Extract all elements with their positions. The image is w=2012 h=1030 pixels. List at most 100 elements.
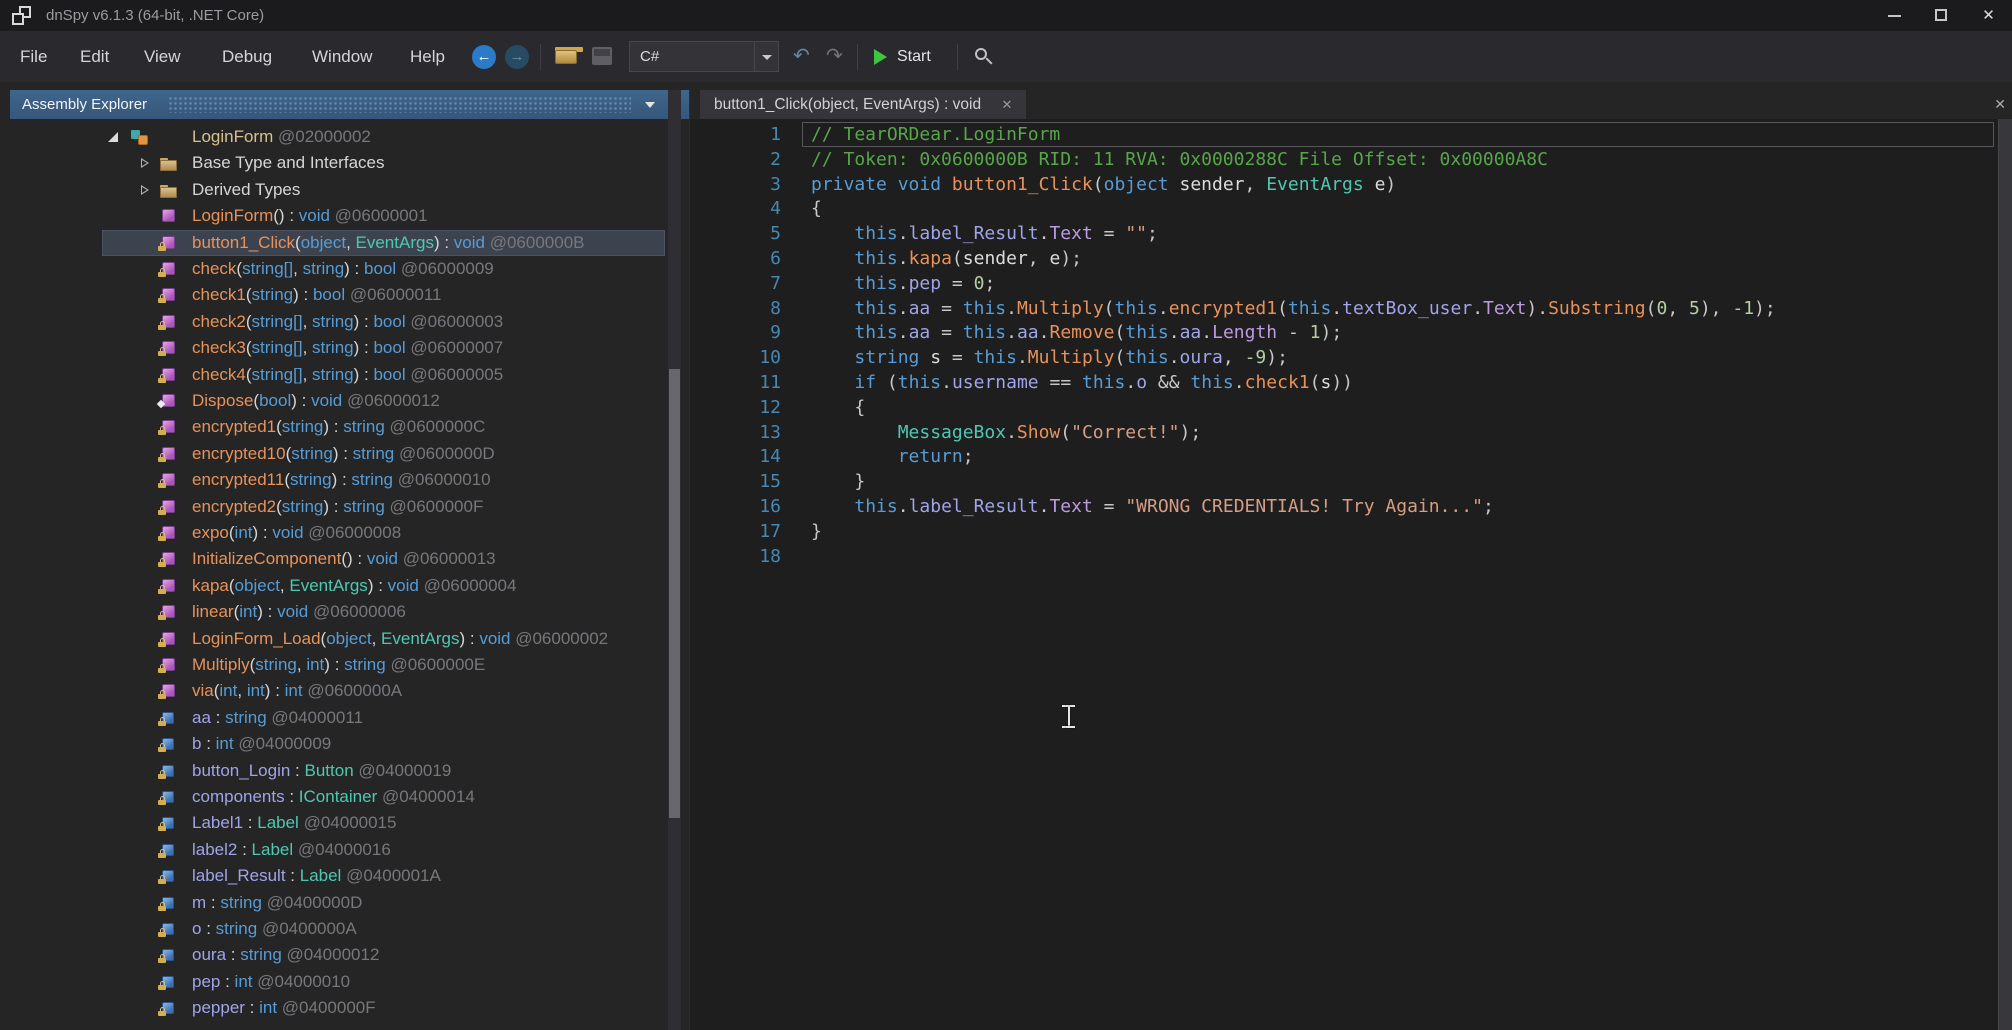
navigate-back-button[interactable]: ← <box>472 45 496 69</box>
tree-item[interactable]: button1_Click(object, EventArgs) : void … <box>10 230 689 256</box>
toolbar-separator <box>857 44 858 70</box>
tree-item[interactable]: Multiply(string, int) : string @0600000E <box>10 652 689 678</box>
tab-button1-click[interactable]: button1_Click(object, EventArgs) : void … <box>700 90 1026 119</box>
window-title: dnSpy v6.1.3 (64-bit, .NET Core) <box>46 0 264 31</box>
tree-item[interactable]: check1(string) : bool @06000011 <box>10 282 689 308</box>
code-line[interactable]: 13 MessageBox.Show("Correct!"); <box>690 420 1996 445</box>
menu-debug[interactable]: Debug <box>216 31 278 82</box>
language-selector-dropdown[interactable] <box>754 42 778 71</box>
tree-item-label: button_Login : Button @04000019 <box>192 758 451 784</box>
code-line[interactable]: 3private void button1_Click(object sende… <box>690 172 1996 197</box>
tree-item[interactable]: via(int, int) : int @0600000A <box>10 678 689 704</box>
code-view[interactable]: 1// TearORDear.LoginForm2// Token: 0x060… <box>690 119 2012 1030</box>
search-button[interactable] <box>975 48 993 66</box>
tab-close-icon[interactable]: ✕ <box>1002 97 1013 112</box>
tree-item[interactable]: b : int @04000009 <box>10 731 689 757</box>
code-line[interactable]: 9 this.aa = this.aa.Remove(this.aa.Lengt… <box>690 320 1996 345</box>
code-line[interactable]: 18 <box>690 544 1996 569</box>
tree-item[interactable]: kapa(object, EventArgs) : void @06000004 <box>10 573 689 599</box>
tree-item[interactable]: LoginForm_Load(object, EventArgs) : void… <box>10 626 689 652</box>
tree-item[interactable]: linear(int) : void @06000006 <box>10 599 689 625</box>
mouse-cursor-ibeam <box>1061 704 1076 728</box>
tree-scrollbar[interactable] <box>668 90 681 1030</box>
maximize-button[interactable] <box>1918 0 1965 31</box>
code-line[interactable]: 2// Token: 0x0600000B RID: 11 RVA: 0x000… <box>690 147 1996 172</box>
tree-item[interactable]: label_Result : Label @0400001A <box>10 863 689 889</box>
redo-button[interactable]: ↷ <box>826 41 843 72</box>
tree-item[interactable]: Derived Types <box>10 177 689 203</box>
tree-item-label: linear(int) : void @06000006 <box>192 599 406 625</box>
close-button[interactable]: ✕ <box>1965 0 2012 31</box>
tree-item-label: check4(string[], string) : bool @0600000… <box>192 362 503 388</box>
tree-item[interactable]: components : IContainer @04000014 <box>10 784 689 810</box>
tree-item-label: check2(string[], string) : bool @0600000… <box>192 309 503 335</box>
tree-item[interactable]: InitializeComponent() : void @06000013 <box>10 546 689 572</box>
code-line[interactable]: 14 return; <box>690 444 1996 469</box>
method-icon <box>160 551 180 568</box>
start-play-icon[interactable] <box>874 49 887 65</box>
code-line[interactable]: 11 if (this.username == this.o && this.c… <box>690 370 1996 395</box>
code-line[interactable]: 16 this.label_Result.Text = "WRONG CREDE… <box>690 494 1996 519</box>
open-file-button[interactable] <box>555 47 577 65</box>
tree-item[interactable]: pepper : int @0400000F <box>10 995 689 1021</box>
tree-item[interactable]: Dispose(bool) : void @06000012 <box>10 388 689 414</box>
assembly-tree[interactable]: LoginForm @02000002Base Type and Interfa… <box>10 119 689 1030</box>
code-line[interactable]: 4{ <box>690 196 1996 221</box>
tree-item[interactable]: label2 : Label @04000016 <box>10 837 689 863</box>
language-selector[interactable]: C# <box>629 41 779 72</box>
tree-item[interactable]: pep : int @04000010 <box>10 969 689 995</box>
tabstrip-close-icon[interactable]: ✕ <box>1994 90 2006 119</box>
tree-item[interactable]: encrypted2(string) : string @0600000F <box>10 494 689 520</box>
menu-window[interactable]: Window <box>306 31 378 82</box>
tree-item[interactable]: encrypted11(string) : string @06000010 <box>10 467 689 493</box>
tree-item[interactable]: m : string @0400000D <box>10 890 689 916</box>
code-line[interactable]: 15 } <box>690 469 1996 494</box>
tree-item[interactable]: check(string[], string) : bool @06000009 <box>10 256 689 282</box>
tree-item[interactable]: button_Login : Button @04000019 <box>10 758 689 784</box>
tree-item[interactable]: aa : string @04000011 <box>10 705 689 731</box>
tree-item[interactable]: check4(string[], string) : bool @0600000… <box>10 362 689 388</box>
assembly-explorer-header[interactable]: Assembly Explorer ✕ <box>10 90 689 119</box>
line-number: 14 <box>690 444 781 469</box>
tree-item[interactable]: LoginForm @02000002 <box>10 124 689 150</box>
collapse-arrow-icon[interactable] <box>108 132 118 142</box>
tree-item[interactable]: Label1 : Label @04000015 <box>10 810 689 836</box>
panel-menu-chevron-icon[interactable] <box>645 102 655 108</box>
editor-scrollbar[interactable] <box>1998 119 2012 1030</box>
code-line[interactable]: 8 this.aa = this.Multiply(this.encrypted… <box>690 296 1996 321</box>
tree-item[interactable]: check2(string[], string) : bool @0600000… <box>10 309 689 335</box>
expand-arrow-icon[interactable] <box>141 158 149 168</box>
menu-edit[interactable]: Edit <box>74 31 115 82</box>
tree-item[interactable]: expo(int) : void @06000008 <box>10 520 689 546</box>
panel-title: Assembly Explorer <box>22 90 147 119</box>
undo-button[interactable]: ↶ <box>793 41 810 72</box>
tree-item[interactable]: check3(string[], string) : bool @0600000… <box>10 335 689 361</box>
tree-item[interactable]: LoginForm() : void @06000001 <box>10 203 689 229</box>
code-line[interactable]: 1// TearORDear.LoginForm <box>690 122 1996 147</box>
code-line[interactable]: 17} <box>690 519 1996 544</box>
tree-item-label: encrypted1(string) : string @0600000C <box>192 414 485 440</box>
menu-file[interactable]: File <box>14 31 53 82</box>
code-line[interactable]: 6 this.kapa(sender, e); <box>690 246 1996 271</box>
menu-help[interactable]: Help <box>404 31 451 82</box>
line-number: 12 <box>690 395 781 420</box>
tree-item[interactable]: encrypted1(string) : string @0600000C <box>10 414 689 440</box>
language-selector-value: C# <box>640 42 659 71</box>
tree-item-label: kapa(object, EventArgs) : void @06000004 <box>192 573 516 599</box>
tree-item[interactable]: encrypted10(string) : string @0600000D <box>10 441 689 467</box>
start-button[interactable]: Start <box>897 31 931 82</box>
code-line[interactable]: 10 string s = this.Multiply(this.oura, -… <box>690 345 1996 370</box>
code-line[interactable]: 12 { <box>690 395 1996 420</box>
minimize-button[interactable] <box>1871 0 1918 31</box>
tree-item[interactable]: oura : string @04000012 <box>10 942 689 968</box>
save-module-button[interactable] <box>592 47 612 65</box>
navigate-forward-button[interactable]: → <box>505 45 529 69</box>
code-line[interactable]: 5 this.label_Result.Text = ""; <box>690 221 1996 246</box>
code-line[interactable]: 7 this.pep = 0; <box>690 271 1996 296</box>
expand-arrow-icon[interactable] <box>141 185 149 195</box>
line-number: 13 <box>690 420 781 445</box>
tree-scrollbar-thumb[interactable] <box>669 369 680 818</box>
tree-item[interactable]: o : string @0400000A <box>10 916 689 942</box>
tree-item[interactable]: Base Type and Interfaces <box>10 150 689 176</box>
menu-view[interactable]: View <box>138 31 187 82</box>
